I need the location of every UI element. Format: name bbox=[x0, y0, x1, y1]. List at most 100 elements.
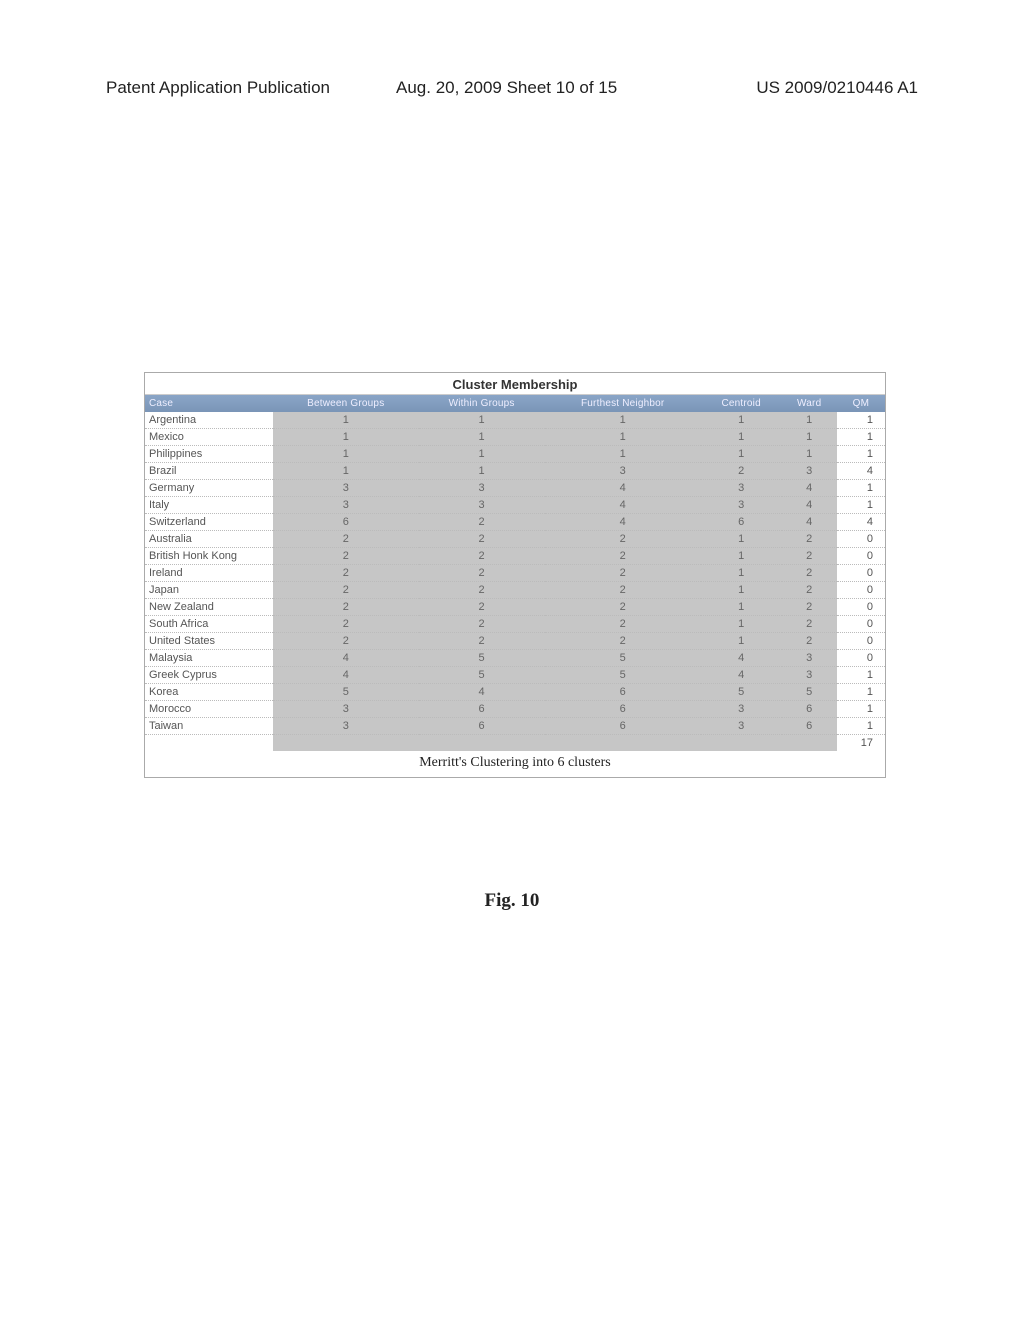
table-cell: 2 bbox=[782, 582, 837, 599]
table-cell: 1 bbox=[545, 412, 701, 429]
table-cell: 6 bbox=[273, 514, 419, 531]
table-row: British Honk Kong222120 bbox=[145, 548, 885, 565]
table-row: Switzerland624644 bbox=[145, 514, 885, 531]
table-cell: 1 bbox=[782, 429, 837, 446]
col-qm: QM bbox=[837, 395, 885, 412]
table-cell: 1 bbox=[701, 616, 782, 633]
table-cell: 6 bbox=[782, 718, 837, 735]
table-cell: 3 bbox=[419, 497, 545, 514]
table-cell: 2 bbox=[782, 599, 837, 616]
header-patent-number: US 2009/0210446 A1 bbox=[756, 78, 918, 98]
table-cell bbox=[545, 735, 701, 752]
table-cell: 6 bbox=[545, 718, 701, 735]
table-cell: 3 bbox=[273, 480, 419, 497]
table-cell: 3 bbox=[545, 463, 701, 480]
table-cell: 4 bbox=[419, 684, 545, 701]
table-cell: 3 bbox=[782, 463, 837, 480]
table-cell: 3 bbox=[273, 701, 419, 718]
table-cell: 3 bbox=[701, 718, 782, 735]
table-cell: 2 bbox=[273, 599, 419, 616]
table-cell: Philippines bbox=[145, 446, 273, 463]
table-cell bbox=[145, 735, 273, 752]
col-centroid: Centroid bbox=[701, 395, 782, 412]
table-cell: Malaysia bbox=[145, 650, 273, 667]
table-cell: 1 bbox=[837, 684, 885, 701]
table-row: Australia222120 bbox=[145, 531, 885, 548]
table-cell: 1 bbox=[701, 582, 782, 599]
table-cell: 5 bbox=[782, 684, 837, 701]
table-cell: 2 bbox=[419, 599, 545, 616]
table-cell: 2 bbox=[419, 548, 545, 565]
table-cell: 0 bbox=[837, 650, 885, 667]
table-cell: 4 bbox=[837, 463, 885, 480]
table-cell: 2 bbox=[419, 531, 545, 548]
table-cell: 5 bbox=[545, 667, 701, 684]
table-cell: 1 bbox=[701, 531, 782, 548]
table-cell: 1 bbox=[837, 667, 885, 684]
table-caption: Merritt's Clustering into 6 clusters bbox=[145, 751, 885, 777]
table-cell: 1 bbox=[701, 429, 782, 446]
table-cell: 1 bbox=[782, 412, 837, 429]
table-cell: 6 bbox=[545, 684, 701, 701]
table-cell: 2 bbox=[419, 633, 545, 650]
table-cell: 1 bbox=[701, 599, 782, 616]
table-cell: United States bbox=[145, 633, 273, 650]
table-row: Philippines111111 bbox=[145, 446, 885, 463]
table-title: Cluster Membership bbox=[145, 373, 885, 395]
table-total-row: 17 bbox=[145, 735, 885, 752]
table-row: Japan222120 bbox=[145, 582, 885, 599]
table-cell: 2 bbox=[419, 616, 545, 633]
table-row: Ireland222120 bbox=[145, 565, 885, 582]
table-cell: Germany bbox=[145, 480, 273, 497]
table-cell: Taiwan bbox=[145, 718, 273, 735]
table-cell: 3 bbox=[782, 667, 837, 684]
table-cell bbox=[419, 735, 545, 752]
table-cell: 1 bbox=[419, 446, 545, 463]
table-row: Brazil113234 bbox=[145, 463, 885, 480]
table-cell: 3 bbox=[273, 718, 419, 735]
col-case: Case bbox=[145, 395, 273, 412]
table-cell: 1 bbox=[837, 701, 885, 718]
table-cell: 4 bbox=[545, 480, 701, 497]
qm-total: 17 bbox=[837, 735, 885, 752]
table-cell: 0 bbox=[837, 599, 885, 616]
table-cell: 4 bbox=[782, 497, 837, 514]
table-cell: 2 bbox=[273, 616, 419, 633]
table-cell: 4 bbox=[273, 650, 419, 667]
table-cell bbox=[701, 735, 782, 752]
table-cell: 0 bbox=[837, 565, 885, 582]
table-cell: 5 bbox=[545, 650, 701, 667]
table-cell: 2 bbox=[545, 582, 701, 599]
table-row: Mexico111111 bbox=[145, 429, 885, 446]
table-cell: 5 bbox=[419, 650, 545, 667]
header-date-sheet: Aug. 20, 2009 Sheet 10 of 15 bbox=[396, 78, 617, 98]
cluster-membership-table: Case Between Groups Within Groups Furthe… bbox=[145, 395, 885, 751]
table-cell: 3 bbox=[782, 650, 837, 667]
table-cell: 3 bbox=[419, 480, 545, 497]
table-cell: 6 bbox=[545, 701, 701, 718]
col-furthest-neighbor: Furthest Neighbor bbox=[545, 395, 701, 412]
table-cell: 4 bbox=[545, 514, 701, 531]
table-cell: 2 bbox=[545, 565, 701, 582]
table-cell: 2 bbox=[545, 531, 701, 548]
table-cell: 0 bbox=[837, 582, 885, 599]
table-row: Taiwan366361 bbox=[145, 718, 885, 735]
table-cell: 1 bbox=[419, 463, 545, 480]
table-cell: Japan bbox=[145, 582, 273, 599]
table-cell: Argentina bbox=[145, 412, 273, 429]
table-cell: 2 bbox=[782, 633, 837, 650]
col-within-groups: Within Groups bbox=[419, 395, 545, 412]
table-cell: 2 bbox=[701, 463, 782, 480]
col-between-groups: Between Groups bbox=[273, 395, 419, 412]
table-row: Morocco366361 bbox=[145, 701, 885, 718]
table-cell: 1 bbox=[273, 412, 419, 429]
table-row: Malaysia455430 bbox=[145, 650, 885, 667]
table-cell: 2 bbox=[545, 633, 701, 650]
table-cell: 2 bbox=[419, 582, 545, 599]
table-header-row: Case Between Groups Within Groups Furthe… bbox=[145, 395, 885, 412]
table-cell: New Zealand bbox=[145, 599, 273, 616]
table-cell: 3 bbox=[701, 480, 782, 497]
table-cell: 6 bbox=[419, 718, 545, 735]
table-cell: 1 bbox=[837, 412, 885, 429]
table-cell: Australia bbox=[145, 531, 273, 548]
